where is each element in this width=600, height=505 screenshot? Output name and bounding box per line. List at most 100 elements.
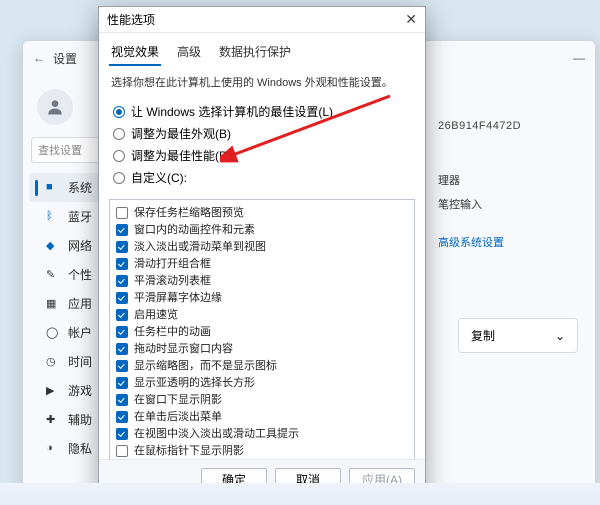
info-row: 理器 bbox=[438, 172, 578, 188]
search-placeholder: 查找设置 bbox=[38, 142, 82, 158]
nav-icon: ᛒ bbox=[46, 210, 60, 224]
radio-label: 自定义(C): bbox=[131, 169, 187, 186]
back-arrow-icon[interactable]: ← bbox=[33, 51, 45, 65]
checkbox-icon bbox=[116, 428, 128, 440]
user-icon bbox=[45, 97, 65, 117]
nav-icon: ▶ bbox=[46, 384, 60, 398]
list-item[interactable]: 显示缩略图，而不是显示图标 bbox=[116, 358, 408, 374]
sidebar-item-label: 网络 bbox=[68, 237, 92, 254]
sidebar-item-label: 应用 bbox=[68, 295, 92, 312]
advanced-system-settings-link[interactable]: 高级系统设置 bbox=[438, 234, 578, 250]
checkbox-icon bbox=[116, 258, 128, 270]
radio-option[interactable]: 调整为最佳性能(P) bbox=[113, 147, 411, 164]
checkbox-icon bbox=[116, 241, 128, 253]
option-label: 滑动打开组合框 bbox=[134, 256, 211, 272]
minimize-icon[interactable]: — bbox=[573, 51, 585, 65]
radio-option[interactable]: 让 Windows 选择计算机的最佳设置(L) bbox=[113, 103, 411, 120]
radio-option[interactable]: 调整为最佳外观(B) bbox=[113, 125, 411, 142]
list-item[interactable]: 启用速览 bbox=[116, 307, 408, 323]
checkbox-icon bbox=[116, 377, 128, 389]
nav-icon: ✚ bbox=[46, 413, 60, 427]
list-item[interactable]: 拖动时显示窗口内容 bbox=[116, 341, 408, 357]
list-item[interactable]: 平滑屏幕字体边缘 bbox=[116, 290, 408, 306]
nav-icon: ◑ bbox=[46, 442, 60, 456]
list-item[interactable]: 平滑滚动列表框 bbox=[116, 273, 408, 289]
list-item[interactable]: 显示亚透明的选择长方形 bbox=[116, 375, 408, 391]
radio-icon bbox=[113, 150, 125, 162]
info-row: 笔控输入 bbox=[438, 196, 578, 212]
radio-icon bbox=[113, 106, 125, 118]
checkbox-icon bbox=[116, 445, 128, 457]
performance-options-dialog: 性能选项 ✕ 视觉效果高级数据执行保护 选择你想在此计算机上使用的 Window… bbox=[98, 6, 426, 500]
list-item[interactable]: 任务栏中的动画 bbox=[116, 324, 408, 340]
settings-title: 设置 bbox=[53, 50, 77, 67]
close-icon[interactable]: ✕ bbox=[405, 11, 417, 28]
option-label: 启用速览 bbox=[134, 307, 178, 323]
list-item[interactable]: 在视图中淡入淡出或滑动工具提示 bbox=[116, 426, 408, 442]
chevron-down-icon: ⌄ bbox=[555, 329, 565, 343]
list-item[interactable]: 在窗口下显示阴影 bbox=[116, 392, 408, 408]
taskbar[interactable] bbox=[0, 483, 600, 505]
list-item[interactable]: 在单击后淡出菜单 bbox=[116, 409, 408, 425]
radio-label: 调整为最佳外观(B) bbox=[131, 125, 231, 142]
sidebar-item-label: 辅助 bbox=[68, 411, 92, 428]
list-item[interactable]: 淡入淡出或滑动菜单到视图 bbox=[116, 239, 408, 255]
avatar[interactable] bbox=[37, 89, 73, 125]
sidebar-item-label: 时间 bbox=[68, 353, 92, 370]
tab-高级[interactable]: 高级 bbox=[175, 39, 203, 66]
nav-icon: ◷ bbox=[46, 355, 60, 369]
checkbox-icon bbox=[116, 360, 128, 372]
checkbox-icon bbox=[116, 343, 128, 355]
nav-icon: ✎ bbox=[46, 268, 60, 282]
option-label: 保存任务栏缩略图预览 bbox=[134, 205, 244, 221]
option-label: 显示缩略图，而不是显示图标 bbox=[134, 358, 277, 374]
nav-icon: ■ bbox=[46, 181, 60, 195]
option-label: 在视图中淡入淡出或滑动工具提示 bbox=[134, 426, 299, 442]
sidebar-item-label: 游戏 bbox=[68, 382, 92, 399]
nav-icon: ◯ bbox=[46, 326, 60, 340]
nav-icon: ▦ bbox=[46, 297, 60, 311]
option-label: 窗口内的动画控件和元素 bbox=[134, 222, 255, 238]
option-label: 在窗口下显示阴影 bbox=[134, 392, 222, 408]
sidebar-item-label: 系统 bbox=[68, 179, 92, 196]
checkbox-icon bbox=[116, 275, 128, 287]
option-label: 淡入淡出或滑动菜单到视图 bbox=[134, 239, 266, 255]
sidebar-item-label: 帐户 bbox=[68, 324, 92, 341]
tab-视觉效果[interactable]: 视觉效果 bbox=[109, 39, 161, 66]
list-item[interactable]: 滑动打开组合框 bbox=[116, 256, 408, 272]
option-label: 显示亚透明的选择长方形 bbox=[134, 375, 255, 391]
option-label: 拖动时显示窗口内容 bbox=[134, 341, 233, 357]
copy-label: 复制 bbox=[471, 327, 495, 344]
radio-group: 让 Windows 选择计算机的最佳设置(L) 调整为最佳外观(B) 调整为最佳性能… bbox=[99, 94, 425, 195]
list-item[interactable]: 窗口内的动画控件和元素 bbox=[116, 222, 408, 238]
dialog-tabs: 视觉效果高级数据执行保护 bbox=[99, 33, 425, 66]
option-label: 平滑滚动列表框 bbox=[134, 273, 211, 289]
checkbox-icon bbox=[116, 224, 128, 236]
visual-effects-listbox[interactable]: 保存任务栏缩略图预览窗口内的动画控件和元素淡入淡出或滑动菜单到视图滑动打开组合框… bbox=[109, 199, 415, 475]
nav-icon: ◆ bbox=[46, 239, 60, 253]
checkbox-icon bbox=[116, 309, 128, 321]
checkbox-icon bbox=[116, 394, 128, 406]
checkbox-icon bbox=[116, 326, 128, 338]
device-id: 26B914F4472D bbox=[438, 120, 578, 132]
checkbox-icon bbox=[116, 207, 128, 219]
option-label: 任务栏中的动画 bbox=[134, 324, 211, 340]
dialog-description: 选择你想在此计算机上使用的 Windows 外观和性能设置。 bbox=[99, 66, 425, 94]
copy-card[interactable]: 复制 ⌄ bbox=[458, 318, 578, 353]
checkbox-icon bbox=[116, 292, 128, 304]
option-label: 在单击后淡出菜单 bbox=[134, 409, 222, 425]
radio-icon bbox=[113, 128, 125, 140]
sidebar-item-label: 个性 bbox=[68, 266, 92, 283]
radio-option[interactable]: 自定义(C): bbox=[113, 169, 411, 186]
radio-label: 调整为最佳性能(P) bbox=[131, 147, 231, 164]
radio-icon bbox=[113, 172, 125, 184]
list-item[interactable]: 在鼠标指针下显示阴影 bbox=[116, 443, 408, 459]
option-label: 平滑屏幕字体边缘 bbox=[134, 290, 222, 306]
dialog-title: 性能选项 bbox=[107, 11, 155, 28]
tab-数据执行保护[interactable]: 数据执行保护 bbox=[217, 39, 293, 66]
option-label: 在鼠标指针下显示阴影 bbox=[134, 443, 244, 459]
list-item[interactable]: 保存任务栏缩略图预览 bbox=[116, 205, 408, 221]
sidebar-item-label: 隐私 bbox=[68, 440, 92, 457]
radio-label: 让 Windows 选择计算机的最佳设置(L) bbox=[131, 103, 333, 120]
dialog-titlebar: 性能选项 ✕ bbox=[99, 7, 425, 33]
